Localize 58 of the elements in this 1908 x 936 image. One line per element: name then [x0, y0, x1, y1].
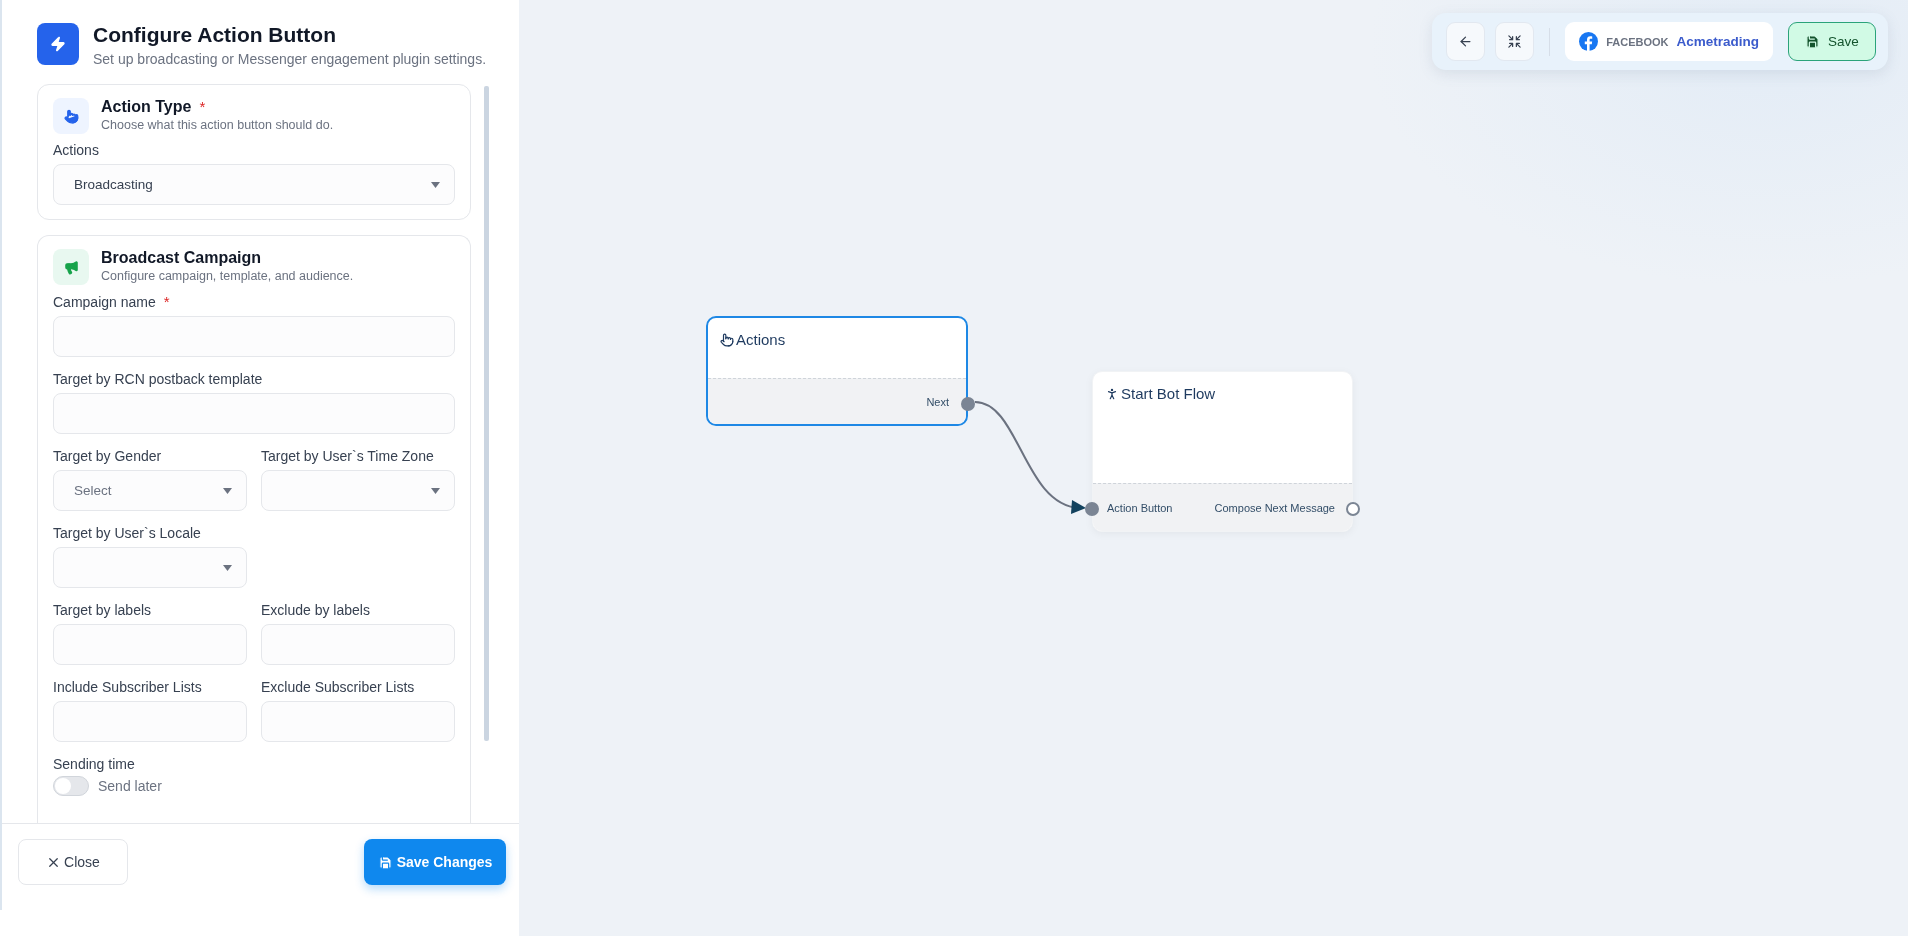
person-icon — [1105, 386, 1119, 401]
input-field[interactable] — [53, 701, 247, 742]
save-changes-button[interactable]: Save Changes — [364, 839, 506, 885]
input-field[interactable] — [261, 624, 455, 665]
port-label: Compose Next Message — [1214, 501, 1335, 514]
field-label: Exclude Subscriber Lists — [261, 679, 416, 695]
field-label: Exclude by labels — [261, 602, 371, 618]
field-label: Target by User`s Time Zone — [261, 448, 435, 464]
input-field[interactable] — [261, 701, 455, 742]
caret-icon — [431, 487, 440, 494]
required-mark: * — [199, 98, 206, 115]
platform-label: FACEBOOK — [1606, 35, 1669, 48]
section-title: Broadcast Campaign — [101, 249, 262, 266]
caret-icon — [223, 487, 232, 494]
caret-icon — [431, 181, 440, 188]
panel-subtitle: Set up broadcasting or Messenger engagement plugin settings. — [93, 51, 487, 67]
select-field[interactable]: Broadcasting — [53, 164, 455, 205]
flow-node[interactable]: Actions Next — [706, 316, 968, 426]
select-field[interactable] — [261, 470, 455, 511]
field-label: Target by Gender — [53, 448, 163, 464]
field-label: Include Subscriber Lists — [53, 679, 203, 695]
panel-title: Configure Action Button — [93, 23, 337, 47]
section-subtitle: Choose what this action button should do. — [101, 118, 334, 132]
section-subtitle: Configure campaign, template, and audience. — [101, 269, 354, 283]
input-field[interactable] — [53, 393, 455, 434]
field-label: Target by RCN postback template — [53, 371, 264, 387]
lightning-icon — [37, 23, 79, 65]
node-title: Actions — [720, 331, 786, 348]
field-label: Sending time — [53, 756, 136, 772]
field-label: Actions — [53, 142, 100, 158]
select-field[interactable] — [53, 547, 247, 588]
section-title: Action Type — [101, 98, 192, 115]
scrollbar[interactable] — [484, 86, 489, 741]
flow-node[interactable]: Start Bot Flow Action Button Compose Next Message — [1092, 371, 1353, 532]
close-button[interactable]: Close — [18, 839, 128, 885]
field-label: Target by User`s Locale — [53, 525, 202, 541]
shrink-button[interactable] — [1495, 22, 1535, 61]
required-mark: * — [163, 293, 170, 310]
toggle-switch[interactable] — [53, 776, 89, 796]
pointer-hand-icon — [53, 98, 89, 134]
port-label: Action Button — [1107, 501, 1173, 514]
select-field[interactable]: Select — [53, 470, 247, 511]
node-title: Start Bot Flow — [1105, 385, 1216, 402]
caret-icon — [223, 564, 232, 571]
field-label: Target by labels — [53, 602, 153, 618]
input-port[interactable] — [1085, 501, 1099, 516]
facebook-logo-icon — [1579, 32, 1599, 51]
shrink-icon — [1507, 34, 1523, 49]
pointer-hand-icon — [720, 332, 734, 347]
port-label: Next — [926, 395, 949, 408]
input-field[interactable] — [53, 624, 247, 665]
back-button[interactable] — [1446, 22, 1486, 61]
input-field[interactable] — [53, 316, 455, 357]
megaphone-icon — [53, 249, 89, 285]
field-label: Campaign name * — [53, 293, 171, 310]
save-button[interactable]: Save — [1788, 22, 1876, 61]
toggle-label: Send later — [98, 778, 162, 794]
account-name: Acmetrading — [1676, 34, 1759, 49]
